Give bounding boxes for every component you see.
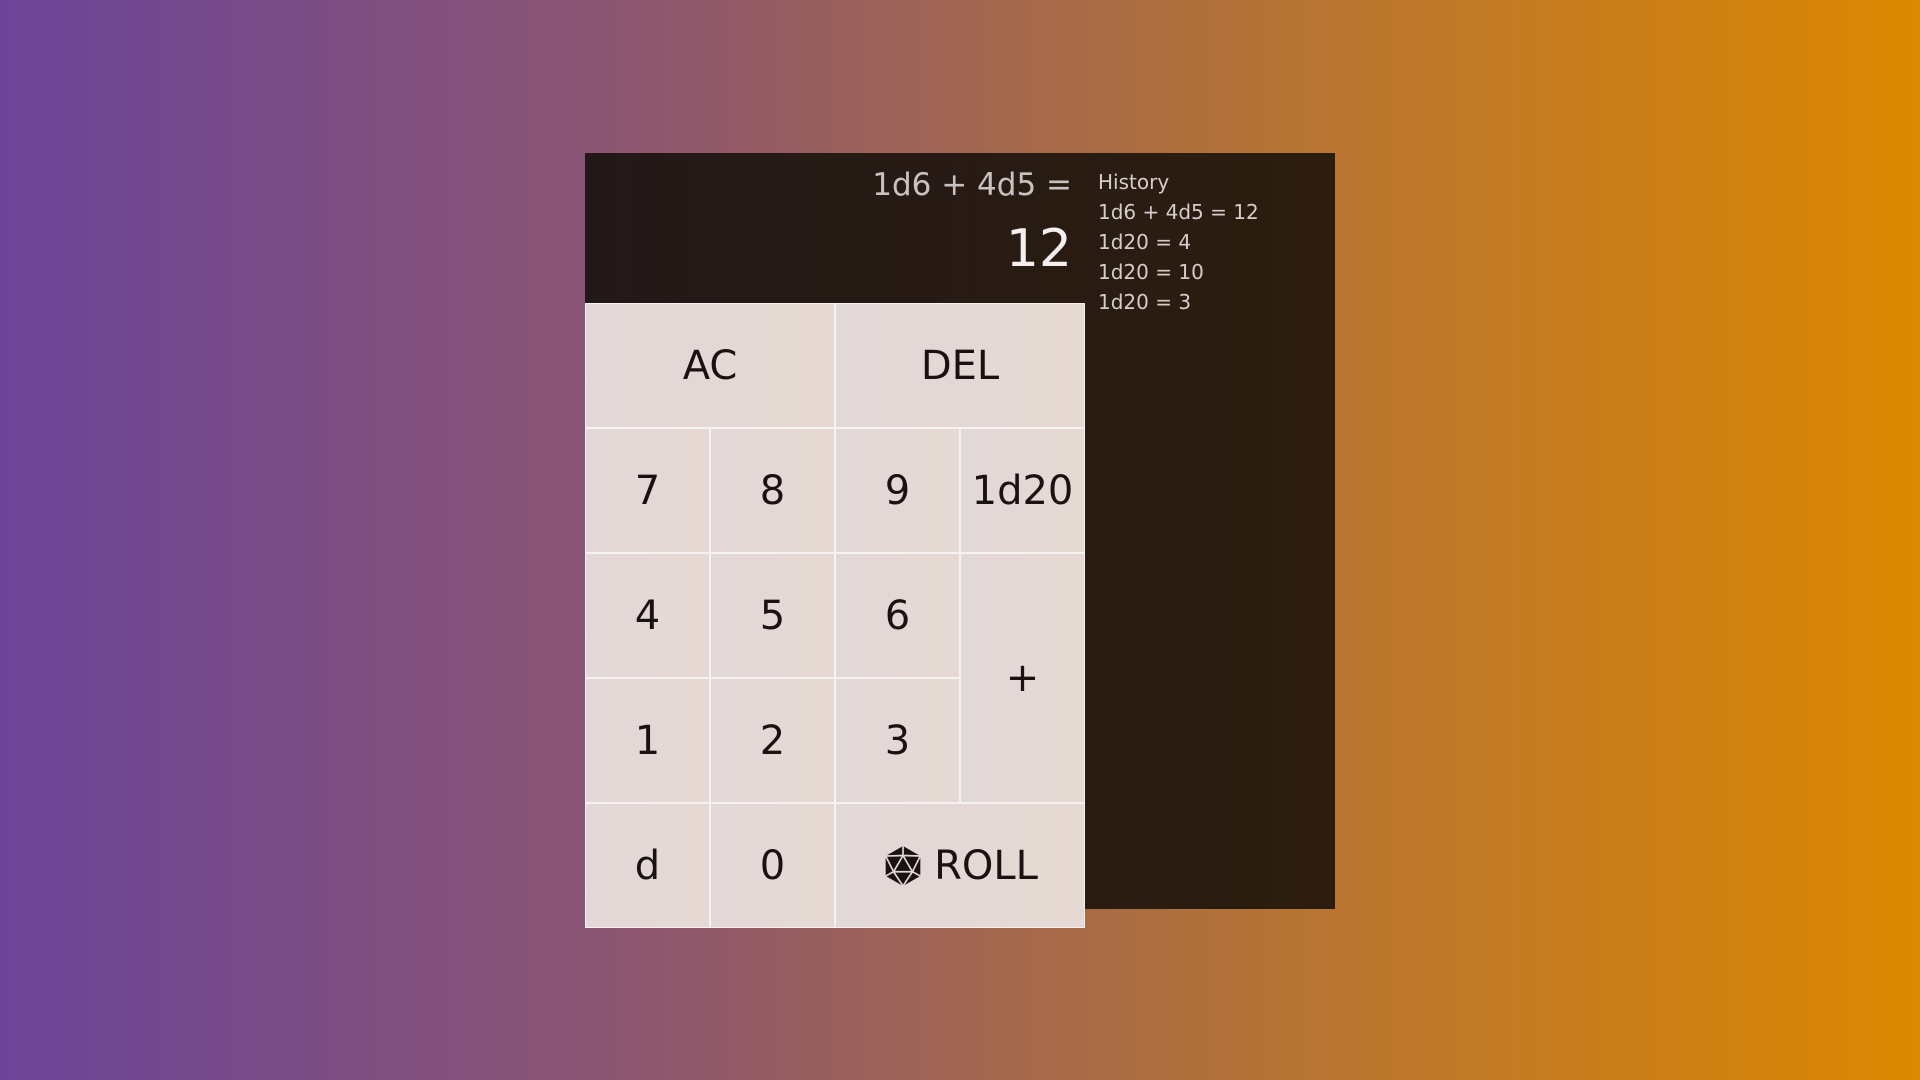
digit-9-button[interactable]: 9 (835, 428, 960, 553)
digit-6-button[interactable]: 6 (835, 553, 960, 678)
roll-button[interactable]: ROLL (835, 803, 1085, 928)
digit-2-button[interactable]: 2 (710, 678, 835, 803)
digit-0-button[interactable]: 0 (710, 803, 835, 928)
digit-4-button[interactable]: 4 (585, 553, 710, 678)
digit-7-button[interactable]: 7 (585, 428, 710, 553)
digit-5-button[interactable]: 5 (710, 553, 835, 678)
history-item[interactable]: 1d20 = 10 (1098, 257, 1328, 287)
history-title: History (1098, 170, 1170, 194)
clear-all-button[interactable]: AC (585, 303, 835, 428)
digit-3-button[interactable]: 3 (835, 678, 960, 803)
dice-d-button[interactable]: d (585, 803, 710, 928)
keypad: AC DEL 7 8 9 1d20 4 5 6 + 1 2 3 d 0 ROLL (585, 303, 1085, 928)
digit-8-button[interactable]: 8 (710, 428, 835, 553)
digit-1-button[interactable]: 1 (585, 678, 710, 803)
roll-label: ROLL (934, 842, 1038, 889)
dice-calculator-app: 1d6 + 4d5 = 12 History 1d6 + 4d5 = 12 1d… (585, 153, 1335, 928)
history-item[interactable]: 1d20 = 4 (1098, 227, 1328, 257)
history-item[interactable]: 1d6 + 4d5 = 12 (1098, 197, 1328, 227)
history-panel: History 1d6 + 4d5 = 12 1d20 = 4 1d20 = 1… (1098, 167, 1328, 317)
history-item[interactable]: 1d20 = 3 (1098, 287, 1328, 317)
result-readout: 12 (1005, 219, 1072, 279)
delete-button[interactable]: DEL (835, 303, 1085, 428)
plus-button[interactable]: + (960, 553, 1085, 803)
d20-die-icon (882, 845, 924, 887)
expression-readout: 1d6 + 4d5 = (872, 167, 1072, 203)
display: 1d6 + 4d5 = 12 (585, 153, 1085, 303)
d20-button[interactable]: 1d20 (960, 428, 1085, 553)
